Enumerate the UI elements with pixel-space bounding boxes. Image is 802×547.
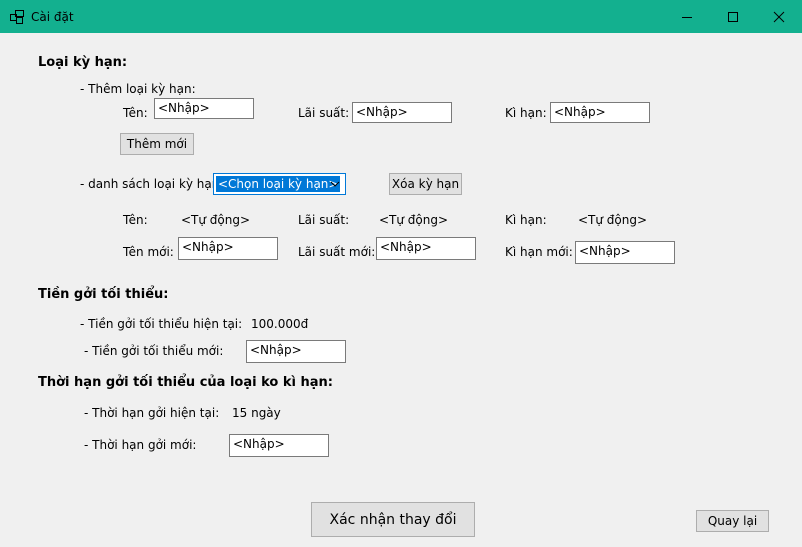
new-term-label: Kì hạn mới: bbox=[505, 245, 573, 259]
delete-term-button[interactable]: Xóa kỳ hạn bbox=[389, 173, 462, 195]
min-deposit-heading: Tiền gởi tối thiểu: bbox=[38, 287, 169, 302]
current-rate-label: Lãi suất: bbox=[298, 213, 350, 227]
new-name-input[interactable]: <Nhập> bbox=[178, 237, 278, 260]
app-icon bbox=[10, 10, 24, 24]
new-min-duration-label: - Thời hạn gởi mới: bbox=[84, 438, 197, 452]
add-term-type-label: - Thêm loại kỳ hạn: bbox=[80, 82, 196, 96]
new-term-input[interactable]: <Nhập> bbox=[575, 241, 675, 264]
confirm-changes-button[interactable]: Xác nhận thay đổi bbox=[311, 502, 475, 537]
term-type-select[interactable]: <Chọn loại kỳ hạn> bbox=[213, 173, 346, 195]
minimize-icon bbox=[682, 16, 692, 18]
current-name-value: <Tự động> bbox=[181, 213, 251, 227]
term-label: Kì hạn: bbox=[505, 106, 547, 120]
rate-input[interactable]: <Nhập> bbox=[352, 102, 452, 123]
term-list-label: - danh sách loại kỳ hạn: bbox=[80, 177, 224, 191]
current-term-value: <Tự động> bbox=[578, 213, 648, 227]
back-button[interactable]: Quay lại bbox=[696, 510, 769, 532]
rate-label: Lãi suất: bbox=[298, 106, 350, 120]
name-input[interactable]: <Nhập> bbox=[154, 98, 254, 119]
maximize-button[interactable] bbox=[710, 0, 756, 33]
maximize-icon bbox=[728, 11, 738, 22]
window-title: Cài đặt bbox=[31, 10, 74, 24]
current-term-label: Kì hạn: bbox=[505, 213, 547, 227]
minimize-button[interactable] bbox=[664, 0, 710, 33]
term-type-heading: Loại kỳ hạn: bbox=[38, 55, 128, 70]
new-min-deposit-input[interactable]: <Nhập> bbox=[246, 340, 346, 363]
new-rate-label: Lãi suất mới: bbox=[298, 245, 376, 259]
current-min-deposit-value: 100.000đ bbox=[251, 317, 309, 331]
close-button[interactable] bbox=[756, 0, 802, 33]
term-input[interactable]: <Nhập> bbox=[550, 102, 650, 123]
new-name-label: Tên mới: bbox=[123, 245, 174, 259]
new-rate-input[interactable]: <Nhập> bbox=[376, 237, 476, 260]
current-min-duration-value: 15 ngày bbox=[232, 406, 281, 420]
term-type-select-value: <Chọn loại kỳ hạn> bbox=[216, 176, 341, 192]
window-body: Loại kỳ hạn: - Thêm loại kỳ hạn: Tên: <N… bbox=[1, 33, 801, 547]
title-bar: Cài đặt bbox=[0, 0, 802, 33]
new-min-deposit-label: - Tiền gởi tối thiểu mới: bbox=[84, 344, 224, 358]
current-min-deposit-label: - Tiền gởi tối thiểu hiện tại: bbox=[80, 317, 243, 331]
add-new-button[interactable]: Thêm mới bbox=[120, 133, 194, 155]
current-rate-value: <Tự động> bbox=[379, 213, 449, 227]
current-name-label: Tên: bbox=[123, 213, 148, 227]
current-min-duration-label: - Thời hạn gởi hiện tại: bbox=[84, 406, 220, 420]
name-label: Tên: bbox=[123, 106, 148, 120]
close-icon bbox=[773, 11, 785, 22]
chevron-down-icon bbox=[330, 181, 340, 187]
min-duration-heading: Thời hạn gởi tối thiểu của loại ko kì hạ… bbox=[38, 375, 333, 390]
new-min-duration-input[interactable]: <Nhập> bbox=[229, 434, 329, 457]
